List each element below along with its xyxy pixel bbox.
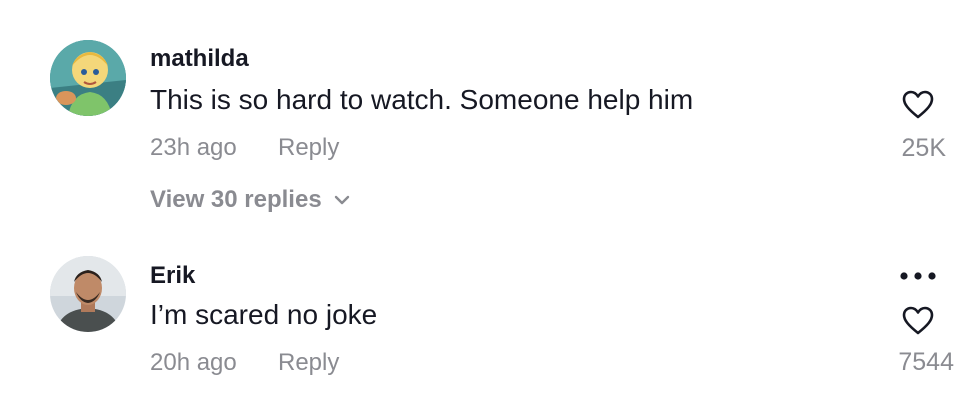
avatar[interactable] [50, 256, 126, 332]
comment-timestamp: 20h ago [150, 349, 237, 376]
like-count: 7544 [898, 348, 954, 376]
reply-button[interactable]: Reply [278, 349, 339, 377]
comment-text: I’m scared no joke [150, 299, 378, 330]
more-horizontal-icon[interactable] [898, 270, 938, 282]
comment-item: Erik I’m scared no joke 20h ago Reply 75… [0, 0, 980, 402]
comment-username[interactable]: Erik [150, 262, 195, 290]
avatar-image [50, 256, 126, 332]
heart-outline-icon[interactable] [902, 306, 934, 336]
